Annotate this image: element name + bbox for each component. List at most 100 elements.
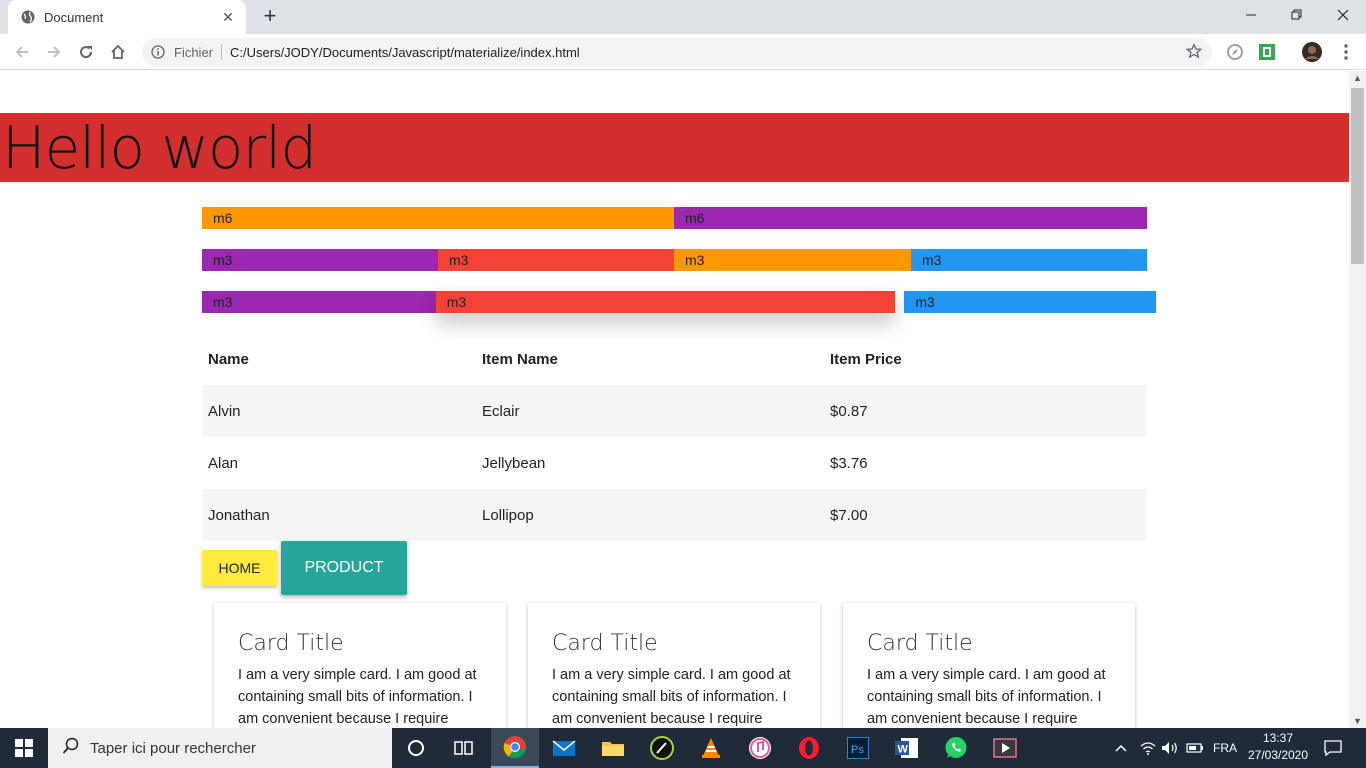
taskbar: Taper ici pour rechercher Ps W FRA 13:37… (0, 728, 1366, 768)
windows-start-icon[interactable] (0, 728, 48, 768)
card: Card Title I am a very simple card. I am… (528, 603, 820, 728)
minimize-icon[interactable] (1228, 0, 1274, 30)
table-row: Alan Jellybean $3.76 (202, 437, 1146, 489)
header-item-price: Item Price (830, 350, 902, 368)
table-row: Alvin Eclair $0.87 (202, 385, 1146, 437)
volume-icon[interactable] (1161, 728, 1179, 768)
notification-icon[interactable] (1324, 728, 1342, 768)
info-icon[interactable] (150, 44, 166, 60)
forward-arrow-icon[interactable] (42, 40, 66, 64)
card-text: I am a very simple card. I am good at co… (238, 667, 477, 727)
bookmark-star-icon[interactable] (1185, 42, 1203, 64)
close-tab-icon[interactable]: ✕ (220, 9, 236, 26)
card-text: I am a very simple card. I am good at co… (552, 667, 791, 727)
card-title: Card Title (867, 631, 973, 656)
table-cell: Jonathan (208, 506, 270, 524)
card: Card Title I am a very simple card. I am… (214, 603, 506, 728)
task-view-icon[interactable] (440, 728, 488, 768)
search-icon (62, 737, 80, 760)
wifi-icon[interactable] (1140, 728, 1156, 768)
globe-icon (20, 9, 36, 25)
table-cell: $0.87 (830, 402, 868, 420)
page-viewport: Hello world m6 m6 m3 m3 m3 m3 m3 m3 m3 N… (0, 71, 1349, 728)
url-text[interactable]: C:/Users/JODY/Documents/Javascript/mater… (230, 45, 580, 60)
taskbar-search-box[interactable]: Taper ici pour rechercher (48, 728, 392, 768)
table-header-row: Name Item Name Item Price (202, 333, 1146, 385)
menu-kebab-icon[interactable] (1335, 41, 1357, 63)
clock-date: 27/03/2020 (1247, 748, 1309, 762)
close-window-icon[interactable] (1320, 0, 1366, 30)
home-icon[interactable] (106, 40, 130, 64)
table-cell: Jellybean (482, 454, 546, 472)
svg-text:Ps: Ps (851, 744, 864, 756)
language-indicator[interactable]: FRA (1213, 728, 1237, 768)
card-title: Card Title (552, 631, 658, 656)
whatsapp-icon[interactable] (932, 728, 980, 768)
mail-icon[interactable] (540, 728, 588, 768)
grid-cell: m3 (904, 291, 1156, 313)
search-placeholder: Taper ici pour rechercher (90, 739, 256, 757)
profile-avatar[interactable] (1301, 41, 1323, 63)
reload-icon[interactable] (74, 40, 98, 64)
grid-cell: m3 (911, 249, 1147, 271)
table-row: Jonathan Lollipop $7.00 (202, 489, 1146, 541)
vertical-scrollbar[interactable]: ▲ ▼ (1349, 71, 1366, 728)
itunes-icon[interactable] (736, 728, 784, 768)
grid-cell: m6 (674, 207, 1147, 229)
card-text: I am a very simple card. I am good at co… (867, 667, 1106, 727)
grid-cell: m6 (202, 207, 674, 229)
tab-title: Document (44, 9, 104, 25)
card-title: Card Title (238, 631, 344, 656)
table-cell: Eclair (482, 402, 520, 420)
header-item-name: Item Name (482, 350, 558, 368)
clock-time: 13:37 (1262, 731, 1294, 745)
restore-icon[interactable] (1274, 0, 1320, 30)
grid-cell: m3 (438, 249, 674, 271)
video-player-icon[interactable] (981, 728, 1029, 768)
show-hidden-icons[interactable] (1114, 728, 1128, 768)
file-explorer-icon[interactable] (589, 728, 637, 768)
grid-row-3: m3 m3 m3 (202, 291, 1156, 313)
opera-icon[interactable] (785, 728, 833, 768)
home-button[interactable]: HOME (202, 550, 277, 586)
divider (221, 44, 223, 60)
vlc-icon[interactable] (687, 728, 735, 768)
word-icon[interactable]: W (883, 728, 931, 768)
header-name: Name (208, 350, 249, 368)
battery-icon[interactable] (1186, 728, 1204, 768)
tab-strip: Document ✕ + (0, 0, 1366, 34)
table-cell: Alvin (208, 402, 241, 420)
system-clock[interactable]: 13:37 27/03/2020 (1240, 730, 1316, 764)
grid-cell: m3 (435, 291, 896, 313)
grid-row-2: m3 m3 m3 m3 (202, 249, 1147, 271)
extension-green-icon[interactable] (1256, 41, 1278, 63)
grid-cell: m3 (674, 249, 911, 271)
hero-banner: Hello world (0, 113, 1349, 182)
grid-cell: m3 (202, 249, 438, 271)
table-cell: Lollipop (482, 506, 534, 524)
photoshop-icon[interactable]: Ps (834, 728, 882, 768)
back-arrow-icon[interactable] (10, 40, 34, 64)
cortana-icon[interactable] (392, 728, 440, 768)
browser-toolbar: Fichier C:/Users/JODY/Documents/Javascri… (0, 34, 1366, 70)
table-cell: $7.00 (830, 506, 868, 524)
chrome-icon[interactable] (491, 728, 539, 768)
scrollbar-thumb[interactable] (1351, 88, 1364, 264)
table-cell: Alan (208, 454, 239, 472)
product-button[interactable]: PRODUCT (281, 541, 407, 595)
scroll-down-arrow-icon[interactable]: ▼ (1353, 716, 1362, 726)
browser-tab[interactable]: Document ✕ (8, 0, 246, 34)
scroll-up-arrow-icon[interactable]: ▲ (1353, 73, 1362, 83)
grid-row-1: m6 m6 (202, 207, 1147, 229)
inkscape-icon[interactable] (638, 728, 686, 768)
grid-cell: m3 (202, 291, 436, 313)
security-label: Fichier (174, 44, 214, 60)
card: Card Title I am a very simple card. I am… (843, 603, 1135, 728)
new-tab-button[interactable]: + (258, 5, 282, 29)
page-heading: Hello world (2, 114, 317, 182)
table-cell: $3.76 (830, 454, 868, 472)
extension-compass-icon[interactable] (1224, 41, 1246, 63)
svg-text:W: W (898, 744, 909, 756)
address-bar[interactable]: Fichier C:/Users/JODY/Documents/Javascri… (142, 38, 1212, 66)
data-table: Name Item Name Item Price Alvin Eclair $… (202, 333, 1146, 541)
